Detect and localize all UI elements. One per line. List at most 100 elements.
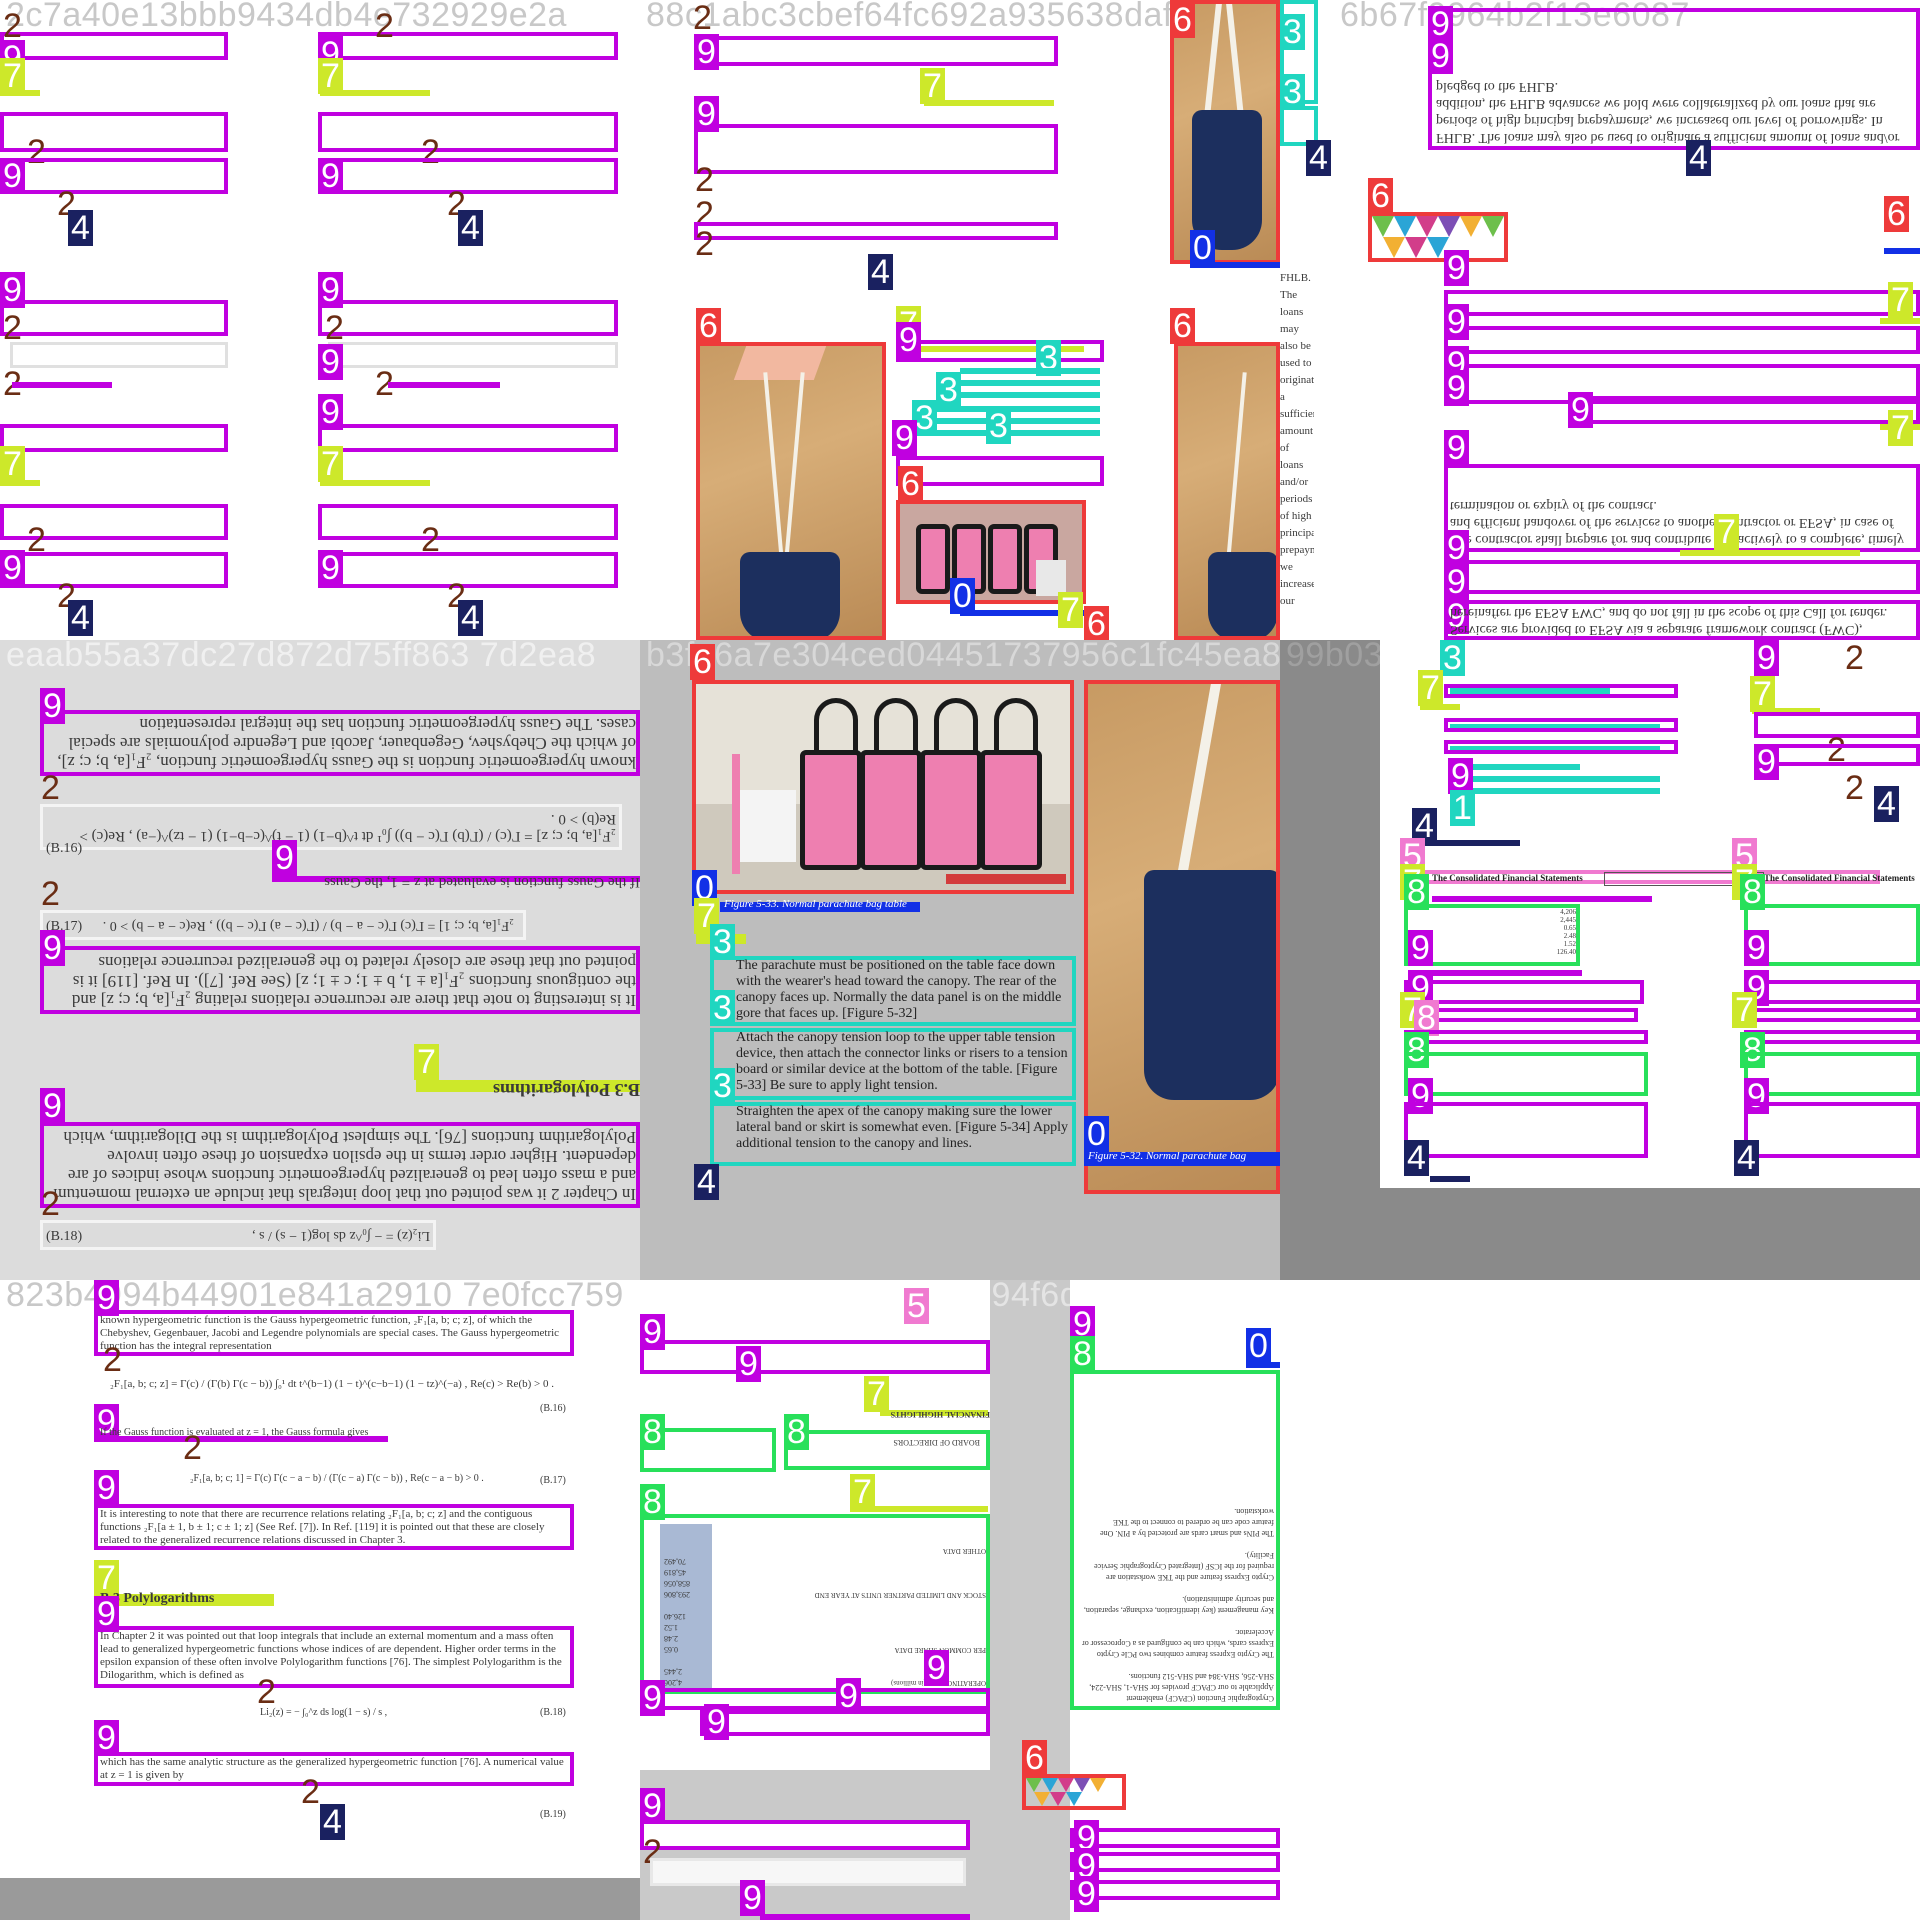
section-tag: 7 xyxy=(318,58,343,94)
text-block xyxy=(1404,1102,1648,1158)
caption-tag: 0 xyxy=(1084,1116,1109,1152)
text-tag: 9 xyxy=(272,840,297,876)
text-block xyxy=(896,340,1104,362)
table-heading: STOCK AND LIMITED PARTNER UNITS AT YEAR … xyxy=(814,1591,986,1599)
section-tag: 7 xyxy=(1714,514,1739,550)
paper-paragraph: In Chapter 2 it was pointed out that loo… xyxy=(100,1630,562,1681)
text-tag: 9 xyxy=(40,1088,65,1124)
section-tag: 7 xyxy=(1732,992,1757,1028)
figure-block xyxy=(1084,680,1280,1194)
list-tag: 3 xyxy=(1440,640,1465,676)
security-text: Cryptographic Function (CPACF) enablemen… xyxy=(1078,1376,1274,1704)
equation-label: (B.16) xyxy=(540,1403,566,1414)
text-tag: 9 xyxy=(1444,530,1469,566)
text-tag: 9 xyxy=(94,1596,119,1632)
table-block xyxy=(1744,904,1920,966)
table-cell: 1.52 xyxy=(664,1623,678,1632)
figure-tag: 6 xyxy=(1170,2,1195,38)
tile-contract: 6b67f9964b2f13e6087 3 3 4 FHLB. The loan… xyxy=(1280,0,1920,640)
formula-tag: 2 xyxy=(183,1429,202,1467)
formula-tag: 2 xyxy=(325,309,344,347)
text-tag: 9 xyxy=(704,1704,729,1740)
figure-tag: 6 xyxy=(1084,606,1109,640)
table-tag: 8 xyxy=(1070,1336,1095,1372)
text-block xyxy=(640,1820,970,1850)
list-tag: 3 xyxy=(710,990,735,1026)
text-block xyxy=(0,424,228,452)
security-paragraph: Key management (key identification, exch… xyxy=(1083,1595,1274,1615)
list-tag: 3 xyxy=(936,372,961,408)
table-block xyxy=(1404,1052,1648,1096)
figure-block xyxy=(692,680,1074,894)
section-heading-text: B.3 Polylogarithms xyxy=(493,1080,640,1098)
text-tag: 9 xyxy=(318,272,343,308)
paper-paragraph: It is interesting to note that there are… xyxy=(48,952,636,1010)
figure-tag: 6 xyxy=(1884,196,1909,232)
page-number-tag: 4 xyxy=(1306,140,1331,176)
formula-tag: 2 xyxy=(41,875,60,913)
list-bar xyxy=(960,368,1100,374)
rule-bar xyxy=(760,1914,970,1920)
tile-hash: 2c7a40e13bbb9434db4e732929e2a xyxy=(6,0,567,34)
figure-tag: 6 xyxy=(898,466,923,502)
text-tag: 9 xyxy=(1408,930,1433,966)
figure-tag: 6 xyxy=(1022,1740,1047,1776)
formula-block xyxy=(650,1858,966,1886)
page-number-tag: 4 xyxy=(1734,1140,1759,1176)
text-block xyxy=(1584,396,1920,424)
list-bar xyxy=(930,430,1100,436)
table-cell: 293,806 xyxy=(664,1590,690,1599)
logo-triangles xyxy=(1372,216,1504,258)
equation-label: (B.17) xyxy=(540,1475,566,1486)
section-bar xyxy=(1420,704,1460,710)
list-bar xyxy=(960,380,1100,386)
paper-paragraph: If the Gauss function is evaluated at z … xyxy=(100,1427,369,1438)
figure-tag: 6 xyxy=(1368,178,1393,214)
table-cell: 70,492 xyxy=(664,1557,686,1566)
table-cell: 2,445 xyxy=(1560,916,1576,924)
figure-caption: Figure 5-32. Normal parachute bag xyxy=(1088,1150,1247,1162)
tile-hash: eaab55a37dc27d872d75ff863 7d2ea8 xyxy=(6,640,597,674)
heading-text: FINANCIAL HIGHLIGHTS xyxy=(890,1410,990,1419)
text-block xyxy=(1070,1828,1280,1848)
security-heading: Cryptographic Function (CPACF) enablemen… xyxy=(1126,1694,1274,1703)
text-block xyxy=(1444,718,1678,732)
tile-hash: 88c1abc3cbef64fc692a935638daf xyxy=(646,0,1173,34)
equation: ₂F₁[a, b; c; 1] = Γ(c) Γ(c − a − b) / (Γ… xyxy=(84,916,514,934)
formula-tag: 2 xyxy=(3,309,22,347)
text-tag: 9 xyxy=(1444,564,1469,600)
text-block xyxy=(700,1710,990,1736)
table-heading: OTHER DATA xyxy=(942,1547,986,1555)
security-paragraph: Crypto Express feature and the TKE works… xyxy=(1094,1551,1274,1582)
text-block xyxy=(1404,1008,1638,1022)
list-tag: 3 xyxy=(710,924,735,960)
text-block xyxy=(694,222,1058,240)
figure-block xyxy=(896,500,1086,604)
formula-tag: 2 xyxy=(103,1341,122,1379)
text-block xyxy=(1444,740,1678,754)
table-cell: 0.65 xyxy=(664,1645,678,1654)
step-2: Attach the canopy tension loop to the up… xyxy=(736,1030,1068,1093)
table-block xyxy=(1744,1052,1920,1096)
text-tag: 9 xyxy=(892,420,917,456)
text-tag: 9 xyxy=(1754,744,1779,780)
tile-empty xyxy=(1280,1280,1920,1920)
text-block xyxy=(896,456,1104,486)
paper-paragraph: known hypergeometric function is the Gau… xyxy=(100,1314,560,1352)
section-tag: 7 xyxy=(1058,592,1083,628)
caption-tag: 0 xyxy=(1246,1328,1271,1364)
text-tag: 9 xyxy=(1444,430,1469,466)
formula-tag: 2 xyxy=(1845,640,1864,677)
equation: Li₂(z) = − ∫₀^z ds log(1 − s) / s , xyxy=(260,1707,388,1718)
table-cell: 858,056 xyxy=(664,1579,690,1588)
text-tag: 9 xyxy=(640,1314,665,1350)
table-tag: 8 xyxy=(640,1484,665,1520)
section-tag: 7 xyxy=(1888,282,1913,318)
section-heading: B.3 Polylogarithms xyxy=(100,1591,215,1606)
paper-text: In Chapter 2 it was pointed out that loo… xyxy=(53,1128,636,1204)
figure-tag: 6 xyxy=(690,644,715,680)
text-tag: 9 xyxy=(94,1280,119,1316)
contract-text: FHLB. The loans may also be used to orig… xyxy=(1436,79,1900,145)
paper-paragraph: It is interesting to note that there are… xyxy=(100,1508,545,1546)
tile-financial-highlights: 1b77daa0baab49c5cb94f6d3c59665b2 30f42e3… xyxy=(640,1280,1280,1920)
